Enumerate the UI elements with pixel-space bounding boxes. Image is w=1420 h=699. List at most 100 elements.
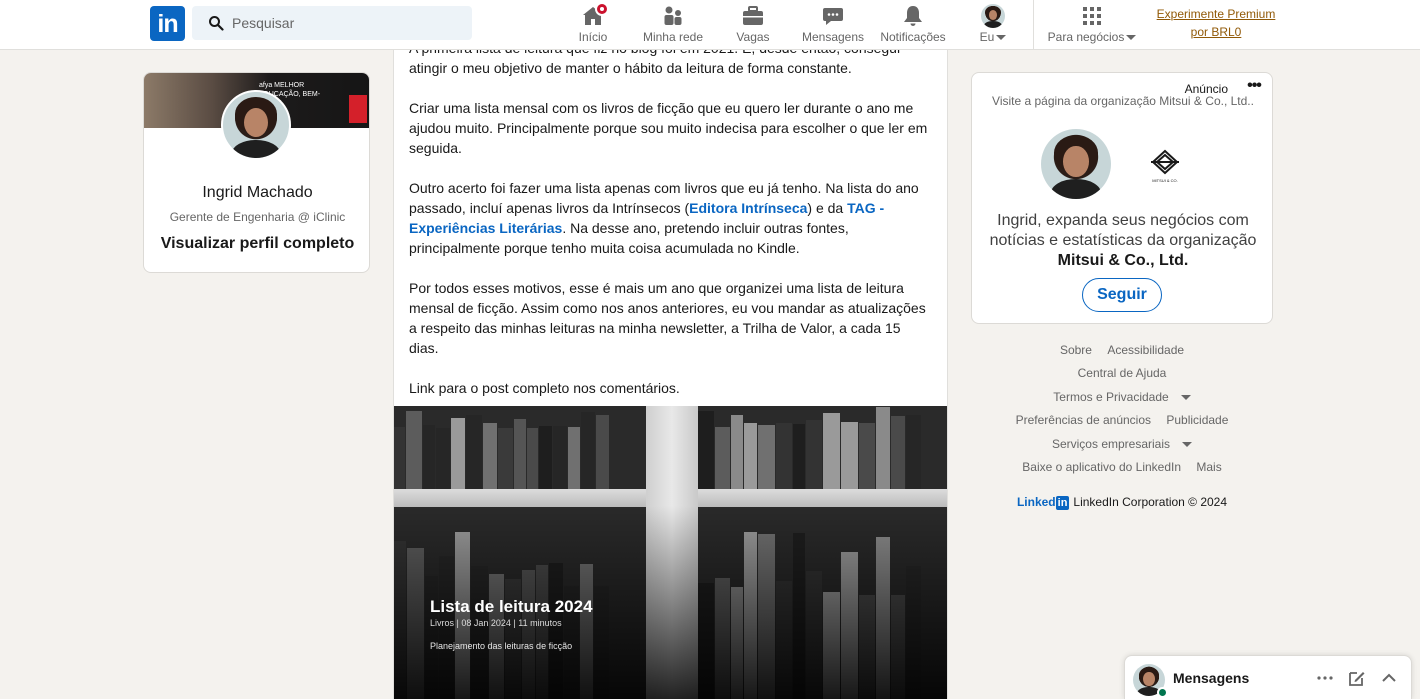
book-spine (514, 419, 526, 489)
book-spine (776, 423, 792, 489)
book-spine (436, 428, 450, 489)
profile-card: afya MELHOR EDUCAÇÃO, BEM-ESTAR Ingrid M… (143, 72, 370, 273)
ad-user-avatar (1041, 129, 1111, 199)
post-paragraph-5: Link para o post completo nos comentário… (409, 380, 680, 396)
messaging-title: Mensagens (1173, 670, 1250, 686)
footer-link-about[interactable]: Sobre (1060, 343, 1092, 357)
nav-me[interactable]: Eu (975, 2, 1011, 48)
footer-link-accessibility[interactable]: Acessibilidade (1107, 343, 1184, 357)
compose-icon[interactable] (1347, 668, 1367, 688)
search-box[interactable] (192, 6, 472, 40)
follow-button[interactable]: Seguir (1082, 278, 1162, 312)
nav-notifications[interactable]: Notificações (876, 2, 950, 48)
book-spine (596, 415, 609, 489)
book-spine (406, 411, 422, 489)
nav-my-network-label: Minha rede (642, 30, 704, 44)
book-spine (891, 416, 905, 489)
book-spine (527, 428, 538, 489)
book-spine (394, 427, 405, 489)
footer-link-more[interactable]: Mais (1196, 460, 1221, 474)
messaging-bar[interactable]: Mensagens (1124, 655, 1412, 699)
footer-link-help-center[interactable]: Central de Ajuda (1078, 366, 1167, 380)
book-spine (553, 426, 567, 489)
book-spine (451, 418, 465, 489)
briefcase-icon (741, 4, 765, 28)
ad-body: Ingrid, expanda seus negócios com notíci… (988, 211, 1258, 271)
book-spine (731, 415, 743, 489)
book-spine (758, 425, 775, 489)
linkedin-wordmark-box: in (1055, 496, 1070, 510)
network-icon (661, 4, 685, 28)
book-spine (423, 425, 435, 489)
linkedin-wordmark: Linked (1016, 495, 1056, 509)
nav-for-business[interactable]: Para negócios (1044, 2, 1140, 48)
premium-line-2: por BRL0 (1190, 25, 1242, 39)
bell-icon (901, 4, 925, 28)
ad-org-name: Mitsui & Co., Ltd. (1057, 252, 1189, 269)
copyright-text: LinkedIn Corporation © 2024 (1073, 495, 1228, 509)
copyright: Linked in LinkedIn Corporation © 2024 (971, 495, 1273, 510)
linkedin-logo[interactable]: in (150, 6, 185, 41)
nav-for-business-label: Para negócios (1047, 30, 1125, 44)
image-title: Lista de leitura 2024 (430, 597, 593, 616)
footer-link-get-app[interactable]: Baixe o aplicativo do LinkedIn (1022, 460, 1181, 474)
book-spine (744, 423, 757, 489)
nav-messaging[interactable]: Mensagens (799, 2, 867, 48)
editora-intrinseca-link[interactable]: Editora Intrínseca (689, 200, 807, 216)
shelf-board (698, 489, 947, 507)
footer-link-terms[interactable]: Termos e Privacidade (1047, 390, 1196, 404)
premium-line-1: Experimente Premium (1156, 7, 1276, 21)
book-spine (698, 411, 714, 489)
book-spine (876, 407, 890, 489)
books-row (394, 406, 610, 489)
nav-me-label: Eu (979, 30, 995, 44)
premium-link[interactable]: Experimente Premium por BRL0 (1148, 5, 1284, 41)
ad-body-text: Ingrid, expanda seus negócios com notíci… (989, 212, 1257, 249)
nav-divider (1033, 0, 1034, 49)
nav-notifications-label: Notificações (880, 30, 946, 44)
view-full-profile-link[interactable]: Visualizar perfil completo (144, 235, 369, 253)
post-image-bookshelf[interactable]: Lista de leitura 2024 Livros | 08 Jan 20… (394, 406, 947, 699)
footer-link-terms-label: Termos e Privacidade (1053, 390, 1169, 404)
chevron-up-icon[interactable] (1379, 668, 1399, 688)
post-paragraph-4: Por todos esses motivos, esse é mais um … (409, 280, 926, 356)
post-paragraph-3: Outro acerto foi fazer uma lista apenas … (409, 178, 934, 258)
home-icon (581, 2, 609, 28)
nav-jobs-label: Vagas (736, 30, 770, 44)
post-body: A primeira lista de leitura que fiz no b… (409, 50, 934, 418)
profile-name[interactable]: Ingrid Machado (144, 184, 369, 202)
book-spine (806, 420, 822, 489)
book-spine (841, 422, 858, 489)
nav-home[interactable]: Início (572, 2, 614, 48)
mitsui-logo-icon[interactable]: MITSUI & CO. (1145, 145, 1185, 185)
avatar (981, 4, 1005, 28)
more-options-icon[interactable] (1315, 668, 1335, 688)
org-logo-text: MITSUI & CO. (1152, 178, 1178, 183)
footer-link-advertising[interactable]: Publicidade (1166, 413, 1228, 427)
chevron-down-icon (1126, 35, 1137, 41)
chevron-down-icon (1182, 442, 1193, 448)
profile-avatar[interactable] (221, 90, 291, 160)
book-spine (715, 427, 730, 489)
grid-icon (1080, 4, 1104, 28)
search-icon (209, 16, 224, 31)
notification-badge (595, 2, 609, 16)
book-spine (466, 415, 482, 489)
nav-home-label: Início (578, 30, 608, 44)
nav-jobs[interactable]: Vagas (733, 2, 773, 48)
book-spine (859, 423, 875, 489)
books-row (698, 406, 922, 489)
book-spine (581, 412, 595, 489)
search-input[interactable] (232, 6, 462, 40)
nav-my-network[interactable]: Minha rede (640, 2, 706, 48)
chevron-down-icon (1180, 395, 1191, 401)
nav-messaging-label: Mensagens (801, 30, 865, 44)
image-meta: Livros | 08 Jan 2024 | 11 minutos (430, 618, 562, 628)
footer-link-business-services[interactable]: Serviços empresariais (1046, 437, 1198, 451)
book-spine (498, 428, 513, 489)
profile-headline: Gerente de Engenharia @ iClinic (169, 210, 346, 224)
footer-link-ad-preferences[interactable]: Preferências de anúncios (1016, 413, 1151, 427)
top-navigation: in Início Minha rede Vagas Mensagens (0, 0, 1420, 50)
book-spine (793, 424, 805, 489)
post-paragraph-2: Criar uma lista mensal com os livros de … (409, 100, 928, 156)
